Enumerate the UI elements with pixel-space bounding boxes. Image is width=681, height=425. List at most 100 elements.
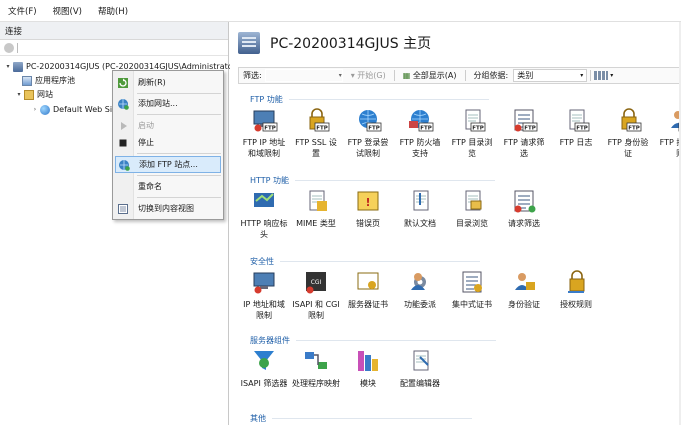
- expander-icon[interactable]: ▾: [15, 91, 23, 98]
- show-all-icon: ▦: [402, 71, 413, 80]
- ftp-log-icon: FTP: [562, 106, 590, 134]
- tree-node-sites[interactable]: ▾ 网站: [15, 88, 53, 101]
- connections-header: 连接: [0, 22, 228, 40]
- context-item-rename[interactable]: 重命名: [115, 178, 221, 195]
- website-globe-icon: [40, 104, 50, 115]
- ftp-ssl-lock-icon: FTP: [302, 106, 330, 134]
- feature-tile[interactable]: 目录浏览: [448, 187, 496, 229]
- feature-tile[interactable]: 模块: [344, 347, 392, 389]
- menu-view[interactable]: 视图(V): [53, 5, 82, 17]
- filter-input[interactable]: ▾: [264, 69, 343, 82]
- feature-tile[interactable]: FTP FTP 身份验证: [604, 106, 652, 159]
- context-item-refresh[interactable]: 刷新(R): [115, 74, 221, 91]
- ftp-ip-restrict-icon: FTP: [250, 106, 278, 134]
- connect-icon[interactable]: [4, 42, 14, 53]
- svg-text:FTP: FTP: [524, 126, 536, 132]
- feature-tile[interactable]: FTP FTP 目录浏览: [448, 106, 496, 159]
- context-item-add-website[interactable]: 添加网站...: [115, 95, 221, 112]
- feature-label: FTP 日志: [559, 138, 593, 147]
- feature-tile[interactable]: ! 错误页: [344, 187, 392, 229]
- context-item-label: 刷新(R): [138, 78, 166, 87]
- directory-browsing-icon: [458, 187, 486, 215]
- svg-text:FTP: FTP: [628, 126, 640, 132]
- feature-tile[interactable]: FTP FTP 请求筛选: [500, 106, 548, 159]
- feature-tile[interactable]: 集中式证书: [448, 268, 496, 310]
- menu-help[interactable]: 帮助(H): [98, 5, 128, 17]
- group-by-select[interactable]: 类别 ▾: [513, 69, 588, 82]
- feature-tile[interactable]: FTP FTP 日志: [552, 106, 600, 148]
- section-title: 安全性: [250, 257, 274, 266]
- stop-icon: [116, 136, 130, 150]
- feature-delegation-icon: [406, 268, 434, 296]
- feature-label: 错误页: [356, 219, 380, 228]
- context-item-switch-content-view[interactable]: 切换到内容视图: [115, 200, 221, 217]
- feature-label: 集中式证书: [452, 300, 492, 309]
- expander-icon[interactable]: ▾: [4, 63, 12, 70]
- feature-tile[interactable]: MIME 类型: [292, 187, 340, 229]
- svg-text:CGI: CGI: [311, 279, 322, 286]
- show-all-button[interactable]: ▦ 全部显示(A): [403, 70, 457, 81]
- feature-tile[interactable]: FTP FTP 登录尝试限制: [344, 106, 392, 159]
- context-item-stop[interactable]: 停止: [115, 134, 221, 151]
- add-website-icon: [116, 97, 130, 111]
- context-item-add-ftp-site[interactable]: 添加 FTP 站点...: [115, 156, 221, 173]
- menu-file[interactable]: 文件(F): [8, 5, 37, 17]
- svg-text:FTP: FTP: [420, 126, 432, 132]
- feature-tile[interactable]: HTTP 响应标头: [240, 187, 288, 240]
- feature-tile[interactable]: 服务器证书: [344, 268, 392, 310]
- isapi-cgi-restrict-icon: CGI: [302, 268, 330, 296]
- feature-label: 目录浏览: [456, 219, 488, 228]
- tree-node-app-pools[interactable]: 应用程序池: [22, 74, 75, 87]
- expander-icon[interactable]: ›: [31, 106, 39, 113]
- feature-tile[interactable]: FTP FTP IP 地址和域限制: [240, 106, 288, 159]
- filter-label: 筛选:: [243, 71, 262, 80]
- feature-tile[interactable]: FTPFTP 授权规则: [656, 106, 681, 159]
- feature-label: FTP IP 地址和域限制: [242, 138, 286, 158]
- start-filter-button[interactable]: ▾ 开始(G): [351, 70, 386, 81]
- section-title: HTTP 功能: [250, 176, 290, 185]
- feature-label: 授权规则: [560, 300, 592, 309]
- feature-tile[interactable]: 处理程序映射: [292, 347, 340, 389]
- page-header: PC-20200314GJUS 主页: [238, 32, 431, 54]
- group-by-label: 分组依据:: [473, 71, 509, 80]
- context-item-label: 重命名: [138, 182, 162, 191]
- section-title: 其他: [250, 414, 266, 423]
- feature-tile[interactable]: 功能委派: [396, 268, 444, 310]
- feature-label: ISAPI 筛选器: [240, 379, 288, 388]
- server-certificates-icon: [354, 268, 382, 296]
- feature-tile[interactable]: 默认文档: [396, 187, 444, 229]
- feature-label: FTP SSL 设置: [295, 138, 337, 158]
- home-pane: PC-20200314GJUS 主页 筛选: ▾ ▾ 开始(G) ▦ 全部显示(…: [230, 22, 681, 425]
- tree-node-default-web-site[interactable]: › Default Web Site: [31, 103, 120, 116]
- feature-tile[interactable]: 请求筛选: [500, 187, 548, 229]
- svg-text:FTP: FTP: [576, 126, 588, 132]
- feature-tile[interactable]: FTP FTP 防火墙支持: [396, 106, 444, 159]
- tree-node-label: 应用程序池: [35, 76, 75, 85]
- error-pages-icon: !: [354, 187, 382, 215]
- context-separator: [137, 114, 221, 115]
- ftp-firewall-icon: FTP: [406, 106, 434, 134]
- menu-bar: 文件(F) 视图(V) 帮助(H): [0, 0, 681, 22]
- context-item-start[interactable]: 启动: [115, 117, 221, 134]
- feature-tile[interactable]: 配置编辑器: [396, 347, 444, 389]
- view-mode-icon[interactable]: [594, 71, 609, 80]
- feature-label: 身份验证: [508, 300, 540, 309]
- svg-text:FTP: FTP: [472, 126, 484, 132]
- content-view-icon: [116, 202, 130, 216]
- context-item-label: 切换到内容视图: [138, 204, 194, 213]
- feature-tile[interactable]: FTP FTP SSL 设置: [292, 106, 340, 159]
- feature-label: IP 地址和域限制: [243, 300, 285, 320]
- add-ftp-site-icon: [117, 158, 131, 172]
- default-document-icon: [406, 187, 434, 215]
- ip-domain-restrict-icon: [250, 268, 278, 296]
- feature-tile[interactable]: 授权规则: [552, 268, 600, 310]
- feature-label: FTP 请求筛选: [503, 138, 545, 158]
- start-icon: [116, 119, 130, 133]
- feature-tile[interactable]: CGI ISAPI 和 CGI 限制: [292, 268, 340, 321]
- ftp-authentication-icon: FTP: [614, 106, 642, 134]
- feature-tile[interactable]: ISAPI 筛选器: [240, 347, 288, 389]
- feature-tile[interactable]: IP 地址和域限制: [240, 268, 288, 321]
- feature-tile[interactable]: 身份验证: [500, 268, 548, 310]
- feature-label: FTP 身份验证: [607, 138, 649, 158]
- context-item-label: 启动: [138, 121, 154, 130]
